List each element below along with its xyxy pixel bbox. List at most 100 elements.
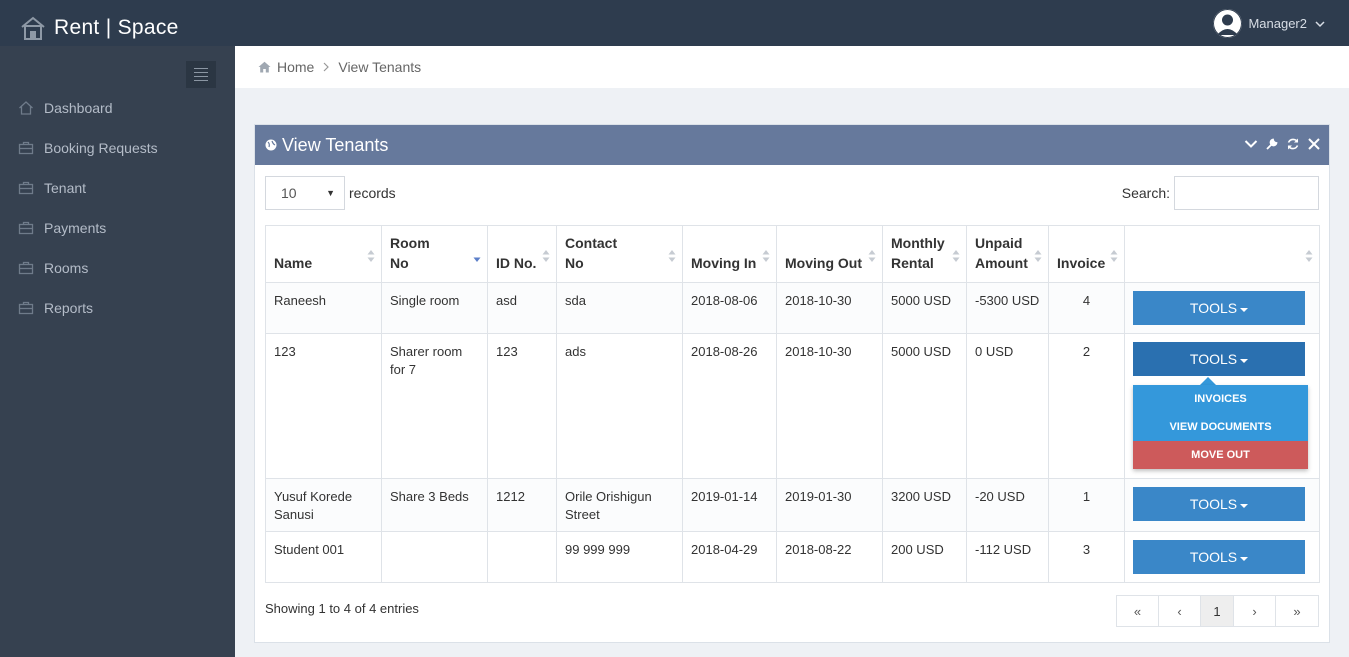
sort-icon (868, 250, 876, 262)
column-header-unpaid-amount[interactable]: Unpaid Amount (966, 225, 1049, 283)
cell-room (381, 531, 488, 583)
dropdown-arrow (1200, 377, 1216, 385)
column-header-name[interactable]: Name (265, 225, 382, 283)
sidebar-item-payments[interactable]: Payments (0, 208, 235, 248)
search-input[interactable] (1174, 176, 1319, 210)
table-row: Yusuf Korede Sanusi Share 3 Beds 1212 Or… (265, 478, 1320, 532)
last-page-button[interactable]: » (1276, 596, 1318, 626)
tools-dropdown-menu: INVOICES VIEW DOCUMENTS MOVE OUT (1133, 385, 1308, 469)
menu-item-invoices[interactable]: INVOICES (1133, 385, 1308, 413)
cell-id (487, 531, 557, 583)
collapse-icon[interactable] (1244, 137, 1258, 151)
cell-tools: TOOLS (1124, 478, 1320, 532)
breadcrumb-current: View Tenants (338, 59, 422, 75)
reload-icon[interactable] (1286, 137, 1300, 151)
cell-contact: sda (556, 282, 683, 334)
cell-unpaid: 0 USD (966, 333, 1049, 479)
cell-unpaid: -112 USD (966, 531, 1049, 583)
cell-invoice: 3 (1048, 531, 1125, 583)
top-bar: Rent | Space Manager2 (0, 0, 1349, 46)
chevron-right-icon (323, 62, 330, 72)
sidebar-item-label: Payments (44, 220, 107, 236)
prev-page-button[interactable]: ‹ (1159, 596, 1201, 626)
cell-moving-in: 2018-08-26 (682, 333, 777, 479)
column-header-moving-in[interactable]: Moving In (682, 225, 777, 283)
column-header-room[interactable]: Room No (381, 225, 488, 283)
house-icon (21, 16, 45, 40)
sort-icon (367, 250, 375, 262)
tenants-portlet: View Tenants 10 ▼ records Search: Name R… (254, 124, 1330, 643)
portlet-header: View Tenants (255, 125, 1329, 165)
cell-rental: 3200 USD (882, 478, 967, 532)
table-info: Showing 1 to 4 of 4 entries (265, 601, 419, 616)
column-header-contact[interactable]: Contact No (556, 225, 683, 283)
menu-item-view-documents[interactable]: VIEW DOCUMENTS (1133, 413, 1308, 441)
home-icon (258, 61, 271, 73)
first-page-button[interactable]: « (1117, 596, 1159, 626)
table-row: Raneesh Single room asd sda 2018-08-06 2… (265, 282, 1320, 334)
cell-rental: 200 USD (882, 531, 967, 583)
column-header-monthly-rental[interactable]: Monthly Rental (882, 225, 967, 283)
user-menu[interactable]: Manager2 (1213, 9, 1325, 38)
home-icon (19, 101, 33, 115)
column-header-actions[interactable] (1124, 225, 1320, 283)
sidebar-toggle-button[interactable] (186, 61, 216, 88)
cell-moving-out: 2019-01-30 (776, 478, 883, 532)
sidebar-item-rooms[interactable]: Rooms (0, 248, 235, 288)
briefcase-icon (18, 181, 34, 195)
cell-name: 123 (265, 333, 382, 479)
sidebar-item-booking-requests[interactable]: Booking Requests (0, 128, 235, 168)
briefcase-icon (18, 221, 34, 235)
cell-unpaid: -20 USD (966, 478, 1049, 532)
cell-id: 1212 (487, 478, 557, 532)
sidebar-item-label: Dashboard (44, 100, 113, 116)
caret-down-icon (1240, 556, 1249, 561)
sidebar-item-reports[interactable]: Reports (0, 288, 235, 328)
brand-logo[interactable]: Rent | Space (20, 13, 179, 43)
column-header-id[interactable]: ID No. (487, 225, 557, 283)
close-icon[interactable] (1307, 137, 1321, 151)
page-1-button[interactable]: 1 (1201, 596, 1234, 626)
cell-id: 123 (487, 333, 557, 479)
wrench-icon[interactable] (1265, 137, 1279, 151)
table-header-row: Name Room No ID No. Contact No Moving In M… (265, 225, 1320, 283)
cell-rental: 5000 USD (882, 333, 967, 479)
cell-moving-in: 2018-08-06 (682, 282, 777, 334)
tools-button[interactable]: TOOLS (1133, 342, 1305, 376)
sidebar-item-dashboard[interactable]: Dashboard (0, 88, 235, 128)
tools-button[interactable]: TOOLS (1133, 291, 1305, 325)
tools-button[interactable]: TOOLS (1133, 487, 1305, 521)
cell-tools: TOOLS (1124, 282, 1320, 334)
cell-moving-in: 2018-04-29 (682, 531, 777, 583)
sort-icon (952, 250, 960, 262)
breadcrumb: Home View Tenants (235, 46, 1349, 88)
briefcase-icon (18, 141, 34, 155)
cell-name: Student 001 (265, 531, 382, 583)
sidebar: Dashboard Booking Requests Tenant Paymen… (0, 46, 235, 657)
avatar (1213, 9, 1243, 38)
briefcase-icon (18, 261, 34, 275)
cell-moving-out: 2018-10-30 (776, 282, 883, 334)
sort-icon (668, 250, 676, 262)
user-name: Manager2 (1248, 16, 1307, 31)
cell-room: Single room (381, 282, 488, 334)
briefcase-icon (18, 301, 34, 315)
cell-name: Yusuf Korede Sanusi (265, 478, 382, 532)
sidebar-nav: Dashboard Booking Requests Tenant Paymen… (0, 88, 235, 328)
cell-contact: 99 999 999 (556, 531, 683, 583)
next-page-button[interactable]: › (1234, 596, 1276, 626)
column-header-moving-out[interactable]: Moving Out (776, 225, 883, 283)
breadcrumb-home-link[interactable]: Home (277, 59, 314, 75)
records-per-page-value: 10 (281, 185, 297, 201)
records-per-page-select[interactable]: 10 ▼ (265, 176, 345, 210)
sort-desc-icon (473, 257, 481, 262)
sort-icon (1034, 250, 1042, 262)
table-row: Student 001 99 999 999 2018-04-29 2018-0… (265, 531, 1320, 583)
portlet-title: View Tenants (282, 134, 389, 155)
tools-button[interactable]: TOOLS (1133, 540, 1305, 574)
menu-item-move-out[interactable]: MOVE OUT (1133, 441, 1308, 469)
sidebar-item-tenant[interactable]: Tenant (0, 168, 235, 208)
sidebar-item-label: Rooms (44, 260, 89, 276)
portlet-tools (1244, 137, 1321, 151)
column-header-invoice[interactable]: Invoice (1048, 225, 1125, 283)
